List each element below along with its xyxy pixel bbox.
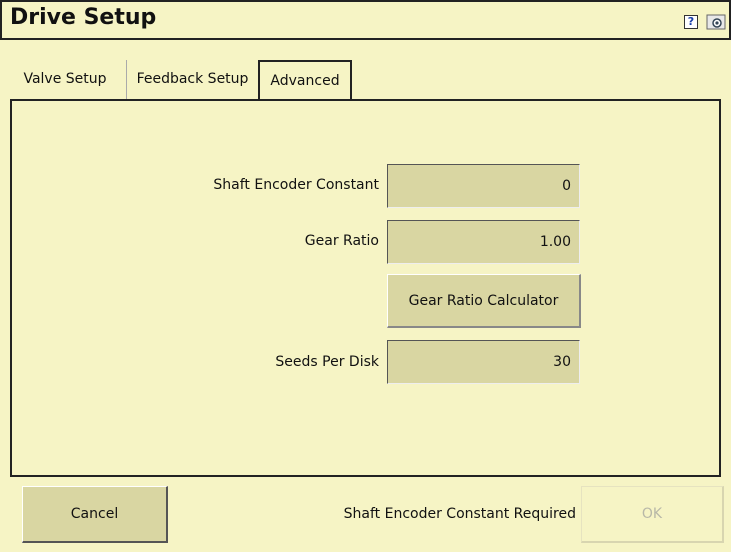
shaft-encoder-label: Shaft Encoder Constant	[213, 177, 379, 193]
gear-ratio-calculator-button[interactable]: Gear Ratio Calculator	[387, 274, 581, 328]
gear-ratio-field[interactable]: 1.00	[387, 220, 580, 264]
seeds-per-disk-label: Seeds Per Disk	[275, 354, 379, 370]
tab-valve-setup[interactable]: Valve Setup	[10, 60, 120, 100]
tab-advanced[interactable]: Advanced	[258, 60, 352, 100]
feedback-setup-panel	[10, 99, 721, 477]
tab-feedback-setup[interactable]: Feedback Setup	[126, 60, 258, 100]
drive-setup-window: Drive Setup ? Valve Setup Feedback Setup…	[0, 0, 731, 552]
camera-icon[interactable]	[705, 13, 727, 31]
seeds-per-disk-field[interactable]: 30	[387, 340, 580, 384]
status-message: Shaft Encoder Constant Required	[343, 506, 576, 522]
ok-button[interactable]: OK	[581, 486, 724, 543]
shaft-encoder-field[interactable]: 0	[387, 164, 580, 208]
cancel-button[interactable]: Cancel	[22, 486, 168, 543]
help-icon[interactable]: ?	[684, 15, 698, 29]
gear-ratio-label: Gear Ratio	[304, 233, 379, 249]
title-bar: Drive Setup ?	[0, 0, 731, 40]
window-title: Drive Setup	[10, 5, 157, 30]
